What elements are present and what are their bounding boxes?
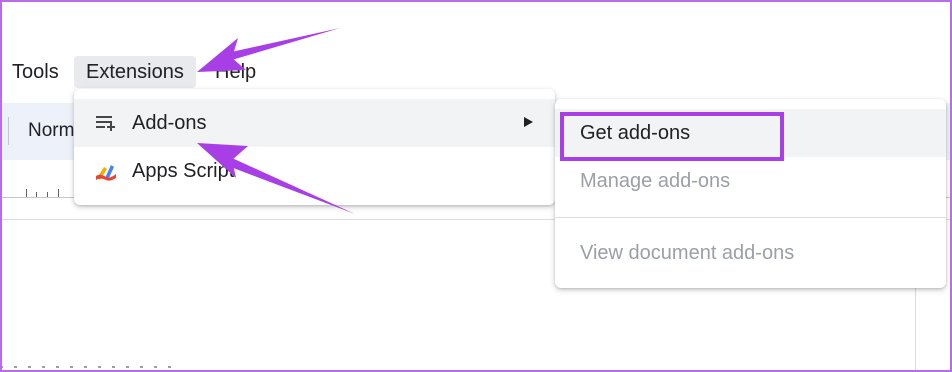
addons-label: Add-ons [132,112,207,134]
menu-bar: Tools Extensions Help [0,56,400,88]
paragraph-style-select[interactable]: Norm [28,117,74,145]
addons-submenu: Get add-ons Manage add-ons View document… [555,99,946,288]
menu-extensions[interactable]: Extensions [74,56,196,88]
menu-help[interactable]: Help [203,56,268,88]
menu-tools[interactable]: Tools [0,56,71,88]
view-document-addons-label: View document add-ons [580,242,795,264]
toolbar-divider [8,117,9,145]
apps-script-label: Apps Script [132,160,235,182]
submenu-divider [555,217,946,218]
submenu-arrow-icon [524,117,533,127]
get-addons-label: Get add-ons [580,122,691,144]
submenu-item-view-document-addons[interactable]: View document add-ons [555,229,946,277]
ruler-tick [58,189,59,197]
ruler-dots [0,366,180,368]
menu-item-addons[interactable]: Add-ons [74,99,555,147]
ruler-tick [36,192,37,197]
menu-item-apps-script[interactable]: Apps Script [74,147,555,195]
extensions-menu: Add-ons Apps Script [74,89,555,205]
submenu-item-manage-addons[interactable]: Manage add-ons [555,157,946,205]
manage-addons-label: Manage add-ons [580,170,731,192]
ruler-tick [26,189,27,197]
ruler-tick [47,192,48,197]
apps-script-icon [94,159,118,183]
submenu-item-get-addons[interactable]: Get add-ons [555,109,946,157]
addons-icon [94,111,118,135]
